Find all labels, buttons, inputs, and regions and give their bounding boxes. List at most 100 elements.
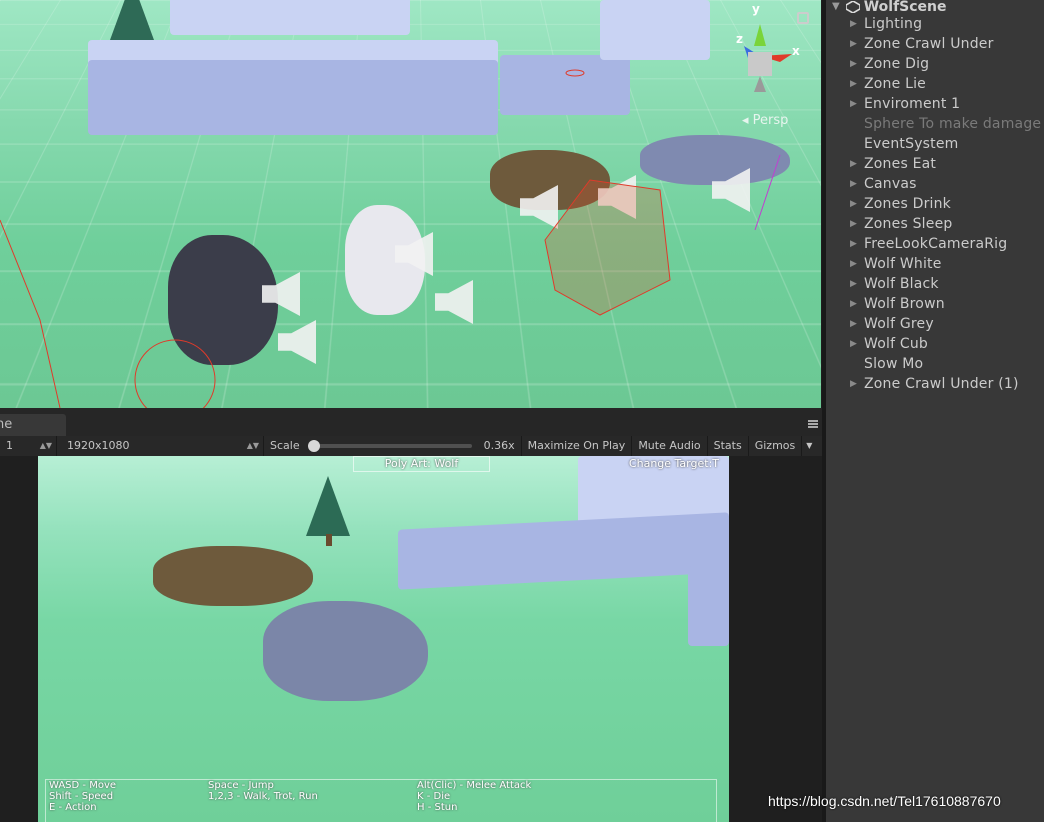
tab-game[interactable]: ne bbox=[0, 414, 66, 436]
resolution-dropdown[interactable]: 1920x1080 ▲▼ bbox=[57, 436, 263, 456]
hierarchy-item[interactable]: EventSystem bbox=[826, 134, 1044, 154]
tree bbox=[306, 476, 350, 536]
gizmo-z-label: z bbox=[736, 32, 743, 46]
control-hint: E - Action bbox=[49, 802, 97, 813]
scene-header[interactable]: ▼ WolfScene bbox=[826, 0, 1044, 15]
hierarchy-item-label: Wolf Brown bbox=[864, 296, 945, 312]
expand-arrow-icon[interactable]: ▶ bbox=[850, 294, 857, 314]
hierarchy-item[interactable]: ▶ FreeLookCameraRig bbox=[826, 234, 1044, 254]
expand-arrow-icon[interactable]: ▶ bbox=[850, 94, 857, 114]
expand-arrow-icon[interactable]: ▶ bbox=[850, 74, 857, 94]
wolf-grey[interactable] bbox=[263, 601, 428, 701]
expand-arrow-icon[interactable]: ▶ bbox=[850, 214, 857, 234]
hierarchy-item-label: Zones Drink bbox=[864, 196, 951, 212]
control-hint: Shift - Speed bbox=[49, 791, 114, 802]
scale-value: 0.36x bbox=[483, 439, 515, 452]
game-title: Poly Art: Wolf bbox=[353, 456, 490, 472]
hierarchy-item-label: Zone Dig bbox=[864, 56, 930, 72]
expand-arrow-icon[interactable]: ▶ bbox=[850, 374, 857, 394]
game-view[interactable]: Poly Art: Wolf Change Target:T WASD - Mo… bbox=[38, 456, 729, 822]
hierarchy-item-label: Wolf Cub bbox=[864, 336, 928, 352]
expand-arrow-icon[interactable]: ▶ bbox=[850, 254, 857, 274]
tree-trunk bbox=[326, 534, 332, 546]
scale-slider-knob[interactable] bbox=[307, 440, 320, 452]
control-hint: 1,2,3 - Walk, Trot, Run bbox=[208, 791, 318, 802]
rock bbox=[688, 566, 729, 646]
hierarchy-item[interactable]: ▶ Zone Crawl Under (1) bbox=[826, 374, 1044, 394]
hierarchy-item[interactable]: ▶ Canvas bbox=[826, 174, 1044, 194]
wolf-brown[interactable] bbox=[153, 546, 313, 606]
hierarchy-item-label: Zones Sleep bbox=[864, 216, 953, 232]
lock-icon[interactable] bbox=[797, 12, 809, 24]
scene-name: WolfScene bbox=[863, 0, 947, 15]
controls-col-2: Space - Jump 1,2,3 - Walk, Trot, Run bbox=[208, 780, 318, 802]
expand-arrow-icon[interactable]: ▶ bbox=[850, 54, 857, 74]
hierarchy-item[interactable]: ▶ Zones Sleep bbox=[826, 214, 1044, 234]
persp-label[interactable]: ◂ Persp bbox=[742, 113, 788, 128]
scale-label: Scale bbox=[270, 439, 300, 452]
hierarchy-panel: ▼ WolfScene ▶ Lighting ▶ Zone Crawl Under ▶ Z… bbox=[822, 0, 1044, 822]
hierarchy-item[interactable]: ▶ Wolf Black bbox=[826, 274, 1044, 294]
gizmos-label: Gizmos bbox=[754, 439, 796, 452]
hierarchy-item[interactable]: Sphere To make damage bbox=[826, 114, 1044, 134]
hierarchy-item[interactable]: ▶ Wolf White bbox=[826, 254, 1044, 274]
game-toolbar: 1 ▲▼ 1920x1080 ▲▼ Scale 0.36x Maximize O… bbox=[0, 436, 822, 457]
expand-arrow-icon[interactable]: ▶ bbox=[850, 194, 857, 214]
control-hint: WASD - Move bbox=[49, 780, 117, 791]
gizmo-x-label: x bbox=[792, 44, 800, 58]
hierarchy-list: ▶ Lighting ▶ Zone Crawl Under ▶ Zone Dig ▶ Zone… bbox=[826, 14, 1044, 394]
tab-menu-icon[interactable] bbox=[808, 420, 818, 428]
rock bbox=[398, 512, 729, 590]
hierarchy-item[interactable]: ▶ Zones Drink bbox=[826, 194, 1044, 214]
hierarchy-item[interactable]: ▶ Zone Lie bbox=[826, 74, 1044, 94]
display-value: 1 bbox=[6, 439, 13, 452]
expand-arrow-icon[interactable]: ▶ bbox=[850, 174, 857, 194]
gizmo-y-label: y bbox=[752, 2, 760, 16]
hierarchy-item-label: Zones Eat bbox=[864, 156, 937, 172]
expand-arrow-icon[interactable]: ▶ bbox=[850, 34, 857, 54]
hierarchy-item[interactable]: ▶ Wolf Cub bbox=[826, 334, 1044, 354]
hierarchy-item-label: EventSystem bbox=[864, 136, 959, 152]
stats-button[interactable]: Stats bbox=[708, 436, 748, 456]
control-hint: H - Stun bbox=[417, 802, 458, 813]
controls-panel: WASD - Move Shift - Speed E - Action Spa… bbox=[45, 779, 717, 822]
display-dropdown[interactable]: 1 ▲▼ bbox=[0, 436, 56, 456]
unity-scene-icon bbox=[845, 0, 860, 13]
hierarchy-item-label: Zone Crawl Under (1) bbox=[864, 376, 1019, 392]
controls-col-3: Alt(Clic) - Melee Attack K - Die H - Stu… bbox=[417, 780, 531, 813]
hierarchy-item[interactable]: ▶ Lighting bbox=[826, 14, 1044, 34]
hierarchy-item-label: Zone Crawl Under bbox=[864, 36, 994, 52]
scale-slider[interactable] bbox=[307, 440, 472, 452]
hierarchy-item[interactable]: ▶ Zone Dig bbox=[826, 54, 1044, 74]
expand-arrow-icon[interactable]: ▶ bbox=[850, 314, 857, 334]
expand-arrow-icon[interactable]: ▶ bbox=[850, 154, 857, 174]
gizmos-button[interactable]: Gizmos bbox=[749, 436, 802, 456]
control-hint: Alt(Clic) - Melee Attack bbox=[417, 780, 532, 791]
expand-arrow-icon[interactable]: ▶ bbox=[850, 234, 857, 254]
dropdown-arrows-icon: ▲▼ bbox=[39, 441, 52, 450]
maximize-on-play-button[interactable]: Maximize On Play bbox=[522, 436, 632, 456]
expand-arrow-icon[interactable]: ▶ bbox=[850, 14, 857, 34]
expand-arrow-icon[interactable]: ▶ bbox=[850, 334, 857, 354]
change-target-hint: Change Target:T bbox=[628, 457, 719, 470]
expand-arrow-icon[interactable]: ▶ bbox=[850, 274, 857, 294]
hierarchy-item-label: Canvas bbox=[864, 176, 917, 192]
orientation-gizmo[interactable]: y z x bbox=[720, 2, 800, 96]
hierarchy-item[interactable]: ▶ Enviroment 1 bbox=[826, 94, 1044, 114]
collapse-icon[interactable]: ▼ bbox=[832, 1, 840, 12]
dropdown-arrows-icon: ▲▼ bbox=[246, 441, 259, 450]
scene-view[interactable]: y z x ◂ Persp bbox=[0, 0, 821, 408]
hierarchy-item[interactable]: ▶ Wolf Grey bbox=[826, 314, 1044, 334]
mute-audio-button[interactable]: Mute Audio bbox=[632, 436, 706, 456]
controls-col-1: WASD - Move Shift - Speed E - Action bbox=[49, 780, 116, 813]
persp-text: Persp bbox=[752, 113, 789, 128]
control-hint: Space - Jump bbox=[208, 780, 274, 791]
hierarchy-item[interactable]: Slow Mo bbox=[826, 354, 1044, 374]
gizmos-dropdown-icon[interactable]: ▼ bbox=[802, 436, 816, 456]
watermark: https://blog.csdn.net/Tel17610887670 bbox=[768, 793, 1001, 809]
hierarchy-item[interactable]: ▶ Zone Crawl Under bbox=[826, 34, 1044, 54]
hierarchy-item-label: Wolf Black bbox=[864, 276, 939, 292]
hierarchy-item[interactable]: ▶ Zones Eat bbox=[826, 154, 1044, 174]
hierarchy-item[interactable]: ▶ Wolf Brown bbox=[826, 294, 1044, 314]
hierarchy-item-label: Wolf White bbox=[864, 256, 942, 272]
